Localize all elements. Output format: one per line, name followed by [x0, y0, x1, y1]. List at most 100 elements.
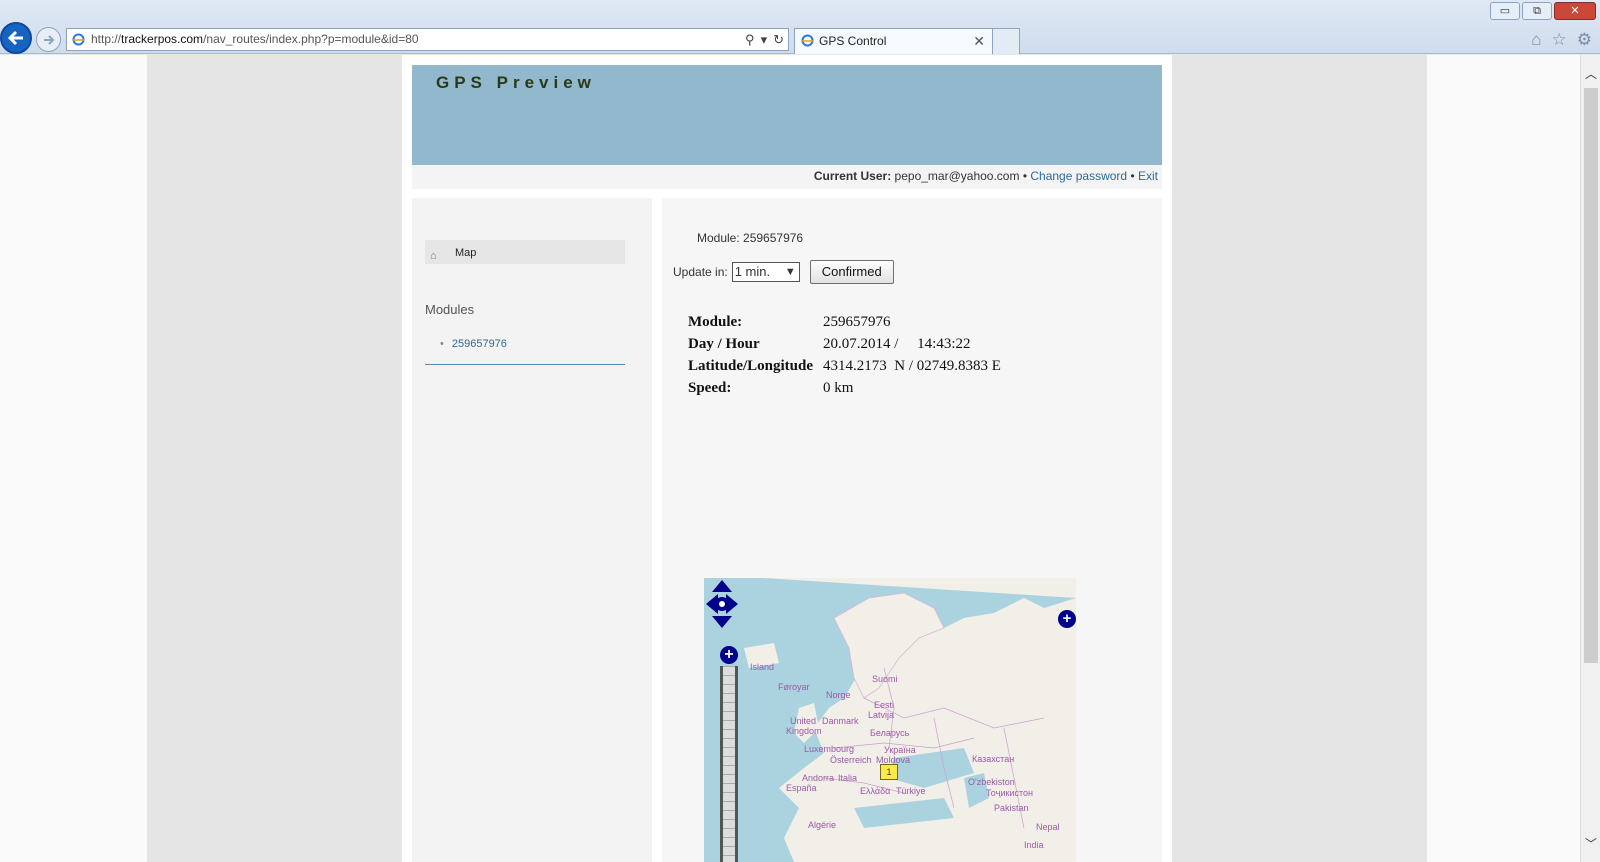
page-container: GPS Preview Current User: pepo_mar@yahoo… [402, 55, 1172, 862]
info-row: Speed: 0 km [688, 377, 1001, 399]
separator: • [1130, 169, 1135, 183]
scroll-down-icon[interactable]: ﹀ [1585, 835, 1597, 852]
info-row: Module: 259657976 [688, 311, 1001, 333]
map-view[interactable]: Island Føroyar Norge Suomi Eesti Latvija… [704, 578, 1076, 862]
update-interval-select[interactable]: 1 min. ▼ [731, 262, 800, 282]
update-label: Update in: [673, 265, 728, 279]
map-label: Føroyar [778, 682, 810, 692]
layer-switcher-button[interactable]: + [1058, 610, 1076, 628]
restore-button[interactable]: ⧉ [1522, 2, 1552, 20]
settings-gear-icon[interactable]: ⚙ [1577, 30, 1592, 50]
tab-title: GPS Control [819, 34, 887, 48]
map-label: Nepal [1036, 822, 1060, 832]
info-key: Latitude/Longitude [688, 358, 814, 374]
tab-close-icon[interactable]: ✕ [973, 29, 985, 53]
zoom-slider[interactable] [720, 666, 738, 862]
refresh-icon[interactable]: ↻ [773, 32, 784, 47]
minimize-button[interactable]: ▭ [1490, 2, 1520, 20]
info-row: Day / Hour 20.07.2014 / 14:43:22 [688, 333, 1001, 355]
url-prefix: http:// [91, 32, 122, 46]
arrow-right-icon [43, 34, 54, 45]
scroll-up-icon[interactable]: ︿ [1585, 65, 1597, 82]
change-password-link[interactable]: Change password [1030, 169, 1127, 183]
page-viewport: GPS Preview Current User: pepo_mar@yahoo… [0, 55, 1580, 862]
url-host: trackerpos.com [121, 32, 204, 46]
module-link[interactable]: 259657976 [452, 338, 507, 350]
map-label: Österreich [830, 755, 872, 765]
info-row: Latitude/Longitude 4314.2173 N / 02749.83… [688, 355, 1001, 377]
exit-link[interactable]: Exit [1138, 169, 1158, 183]
map-label: Italia [838, 773, 858, 783]
pan-down-icon [712, 616, 732, 628]
browser-tools: ⌂ ☆ ⚙ [1531, 30, 1592, 50]
map-label: Danmark [822, 716, 859, 726]
browser-toolbar: http://trackerpos.com/nav_routes/index.p… [0, 0, 1600, 54]
sidebar-item-map[interactable]: ⌂ Map [425, 240, 625, 264]
home-icon[interactable]: ⌂ [1531, 30, 1541, 50]
pan-up-icon [712, 580, 732, 592]
map-label: Algérie [808, 820, 837, 830]
current-user-email: pepo_mar@yahoo.com [894, 169, 1020, 183]
map-label: O'zbekiston [968, 777, 1015, 787]
address-bar[interactable]: http://trackerpos.com/nav_routes/index.p… [66, 28, 789, 51]
map-label: Казахстан [972, 754, 1015, 764]
vertical-scrollbar[interactable]: ︿ ﹀ [1580, 55, 1600, 862]
tab-gps-control[interactable]: GPS Control ✕ [794, 28, 994, 54]
new-tab-button[interactable] [992, 28, 1020, 54]
update-value: 1 min. [734, 264, 771, 279]
sidebar: ⌂ Map Modules 259657976 [412, 198, 652, 862]
info-key: Module: [688, 314, 743, 330]
current-user-label: Current User: [813, 169, 892, 183]
main-content: Module: 259657976 Update in: 1 min. ▼ Co… [662, 198, 1162, 862]
map-label: Latvija [868, 710, 895, 720]
close-window-button[interactable]: ✕ [1554, 2, 1596, 20]
dropdown-icon[interactable]: ▾ [761, 32, 768, 47]
ie-tab-icon [801, 34, 814, 47]
map-label: Andorra [802, 773, 835, 783]
info-value: 4314.2173 N / 02749.8383 E [823, 358, 1001, 374]
confirmed-button[interactable]: Confirmed [809, 260, 894, 284]
map-label: Тоҷикистон [986, 788, 1033, 798]
info-key: Speed: [688, 380, 732, 396]
back-button[interactable] [0, 22, 32, 54]
map-label: Беларусь [870, 728, 910, 738]
chevron-down-icon: ▼ [784, 266, 796, 278]
forward-button[interactable] [36, 27, 61, 52]
map-label: Suomi [872, 674, 898, 684]
map-label: Island [750, 662, 775, 672]
gps-info-table: Module: 259657976 Day / Hour 20.07.2014 / … [688, 311, 1001, 399]
info-value: 0 km [823, 380, 854, 396]
divider [425, 364, 625, 365]
separator: • [1022, 169, 1028, 183]
window-controls: ▭ ⧉ ✕ [1490, 2, 1596, 20]
site-title: GPS Preview [436, 73, 596, 92]
favorites-star-icon[interactable]: ☆ [1552, 30, 1567, 50]
pan-control[interactable] [704, 578, 740, 630]
map-tiles [744, 578, 1076, 862]
info-value: 259657976 [823, 314, 891, 330]
map-label: Україна [884, 745, 916, 755]
map-label: India [1024, 840, 1044, 850]
user-bar: Current User: pepo_mar@yahoo.com • Chang… [412, 165, 1162, 189]
gps-position-marker[interactable]: 1 [880, 764, 898, 780]
map-label: Pakistan [994, 803, 1029, 813]
modules-heading: Modules [425, 302, 475, 317]
zoom-in-button[interactable]: + [720, 646, 738, 664]
site-header: GPS Preview [412, 65, 1162, 165]
update-row: Update in: 1 min. ▼ Confirmed [673, 260, 894, 284]
map-label: United [790, 716, 817, 726]
map-label: Norge [826, 690, 851, 700]
info-key: Day / Hour [688, 336, 760, 352]
map-label: España [786, 783, 817, 793]
scrollbar-thumb[interactable] [1584, 88, 1598, 663]
module-label: Module: 259657976 [697, 231, 804, 245]
info-value: 20.07.2014 / 14:43:22 [823, 336, 971, 352]
map-label: Eesti [874, 700, 895, 710]
sidebar-item-label: Map [455, 247, 477, 259]
url-path: /nav_routes/index.php?p=module&id=80 [203, 32, 419, 46]
search-icon[interactable]: ⚲ [745, 32, 755, 47]
home-icon: ⌂ [430, 250, 437, 262]
map-label: Ελλάδα [860, 786, 891, 796]
arrow-left-icon [7, 30, 23, 46]
map-label: Türkiye [896, 786, 926, 796]
